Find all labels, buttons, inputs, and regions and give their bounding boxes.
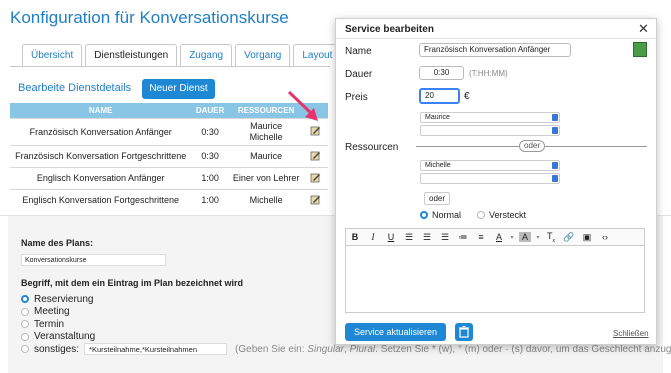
radio-selected-icon[interactable] (420, 211, 428, 219)
select-caret-icon (552, 175, 558, 182)
tab-process[interactable]: Vorgang (235, 44, 291, 66)
tab-overview[interactable]: Übersicht (22, 44, 83, 66)
resource-select-1[interactable]: Maurice (420, 112, 560, 123)
duration-input[interactable]: 0:30 (419, 66, 464, 80)
table-row[interactable]: Französisch Konversation Anfänger 0:30 M… (10, 117, 328, 145)
or-pill: oder (519, 140, 546, 152)
dialog-header-divider (336, 38, 656, 39)
select-caret-icon (552, 127, 558, 134)
services-table: NAME DAUER RESSOURCEN Französisch Konver… (10, 103, 328, 211)
column-header-name: NAME (10, 103, 192, 118)
edit-pencil-icon[interactable] (310, 194, 321, 205)
edit-pencil-icon[interactable] (310, 172, 321, 183)
radio-icon[interactable] (21, 332, 29, 341)
other-term-input[interactable]: *Kursteilnahme,*Kursteilnahmen (84, 343, 228, 356)
code-icon[interactable]: ‹› (596, 232, 614, 242)
text-color-icon[interactable]: A (490, 232, 508, 242)
image-icon[interactable]: ▣ (578, 232, 596, 243)
radio-selected-icon[interactable] (21, 295, 29, 304)
delete-button[interactable] (455, 323, 473, 341)
select-caret-icon (552, 162, 558, 169)
service-name: Englisch Konversation Anfänger (10, 166, 192, 189)
service-duration: 1:00 (191, 188, 229, 211)
tab-bar: Übersicht Dienstleistungen Zugang Vorgan… (22, 44, 342, 66)
radio-icon[interactable] (21, 307, 29, 316)
new-service-button[interactable]: Neuer Dienst (142, 79, 215, 99)
name-label: Name (345, 46, 372, 57)
bold-icon[interactable]: B (346, 232, 364, 242)
trash-icon (459, 325, 469, 338)
service-name: Französisch Konversation Anfänger (10, 117, 192, 145)
clear-format-icon[interactable]: Tx (542, 231, 560, 244)
description-editor[interactable]: B I U ☰ ☰ ☰ ≔ ≡ A ▾ A ▾ Tx 🔗 ▣ ‹› (345, 228, 645, 313)
chevron-down-icon[interactable]: ▾ (534, 234, 542, 241)
numbered-list-icon[interactable]: ≡ (472, 232, 490, 242)
term-label: Begriff, mit dem ein Eintrag im Plan bez… (21, 278, 244, 288)
table-row[interactable]: Englisch Konversation Fortgeschrittene 1… (10, 188, 328, 211)
pointer-arrow-icon (287, 90, 318, 121)
service-duration: 0:30 (191, 117, 229, 145)
resource-select-3[interactable]: Michelle (420, 160, 560, 171)
column-header-duration: DAUER (191, 103, 229, 118)
update-service-button[interactable]: Service aktualisieren (345, 323, 446, 341)
chevron-down-icon[interactable]: ▾ (508, 234, 516, 241)
table-row[interactable]: Französisch Konversation Fortgeschritten… (10, 144, 328, 167)
price-label: Preis (345, 92, 368, 103)
link-icon[interactable]: 🔗 (560, 232, 578, 243)
radio-icon[interactable] (477, 211, 486, 219)
service-name-input[interactable]: Französisch Konversation Anfänger (419, 43, 571, 57)
close-icon[interactable]: ✕ (638, 21, 649, 37)
or-button[interactable]: oder (424, 192, 451, 205)
tab-services[interactable]: Dienstleistungen (85, 44, 178, 66)
table-header-row: NAME DAUER RESSOURCEN (10, 103, 328, 118)
highlight-color-icon[interactable]: A (519, 232, 531, 242)
radio-icon[interactable] (21, 345, 29, 354)
service-name: Französisch Konversation Fortgeschritten… (10, 144, 192, 167)
duration-label: Dauer (345, 69, 373, 80)
tab-divider (10, 66, 330, 67)
select-caret-icon (552, 114, 558, 121)
dialog-title: Service bearbeiten (345, 24, 434, 35)
radio-icon[interactable] (21, 320, 29, 329)
service-name: Englisch Konversation Fortgeschrittene (10, 188, 192, 211)
resources-label: Ressourcen (345, 142, 399, 153)
price-input[interactable]: 20 (419, 88, 460, 104)
edit-pencil-icon[interactable] (310, 150, 321, 161)
visibility-normal-label: Normal (432, 210, 462, 220)
align-left-icon[interactable]: ☰ (400, 232, 418, 243)
align-center-icon[interactable]: ☰ (418, 232, 436, 243)
bulleted-list-icon[interactable]: ≔ (454, 232, 472, 243)
italic-icon[interactable]: I (364, 232, 382, 242)
plan-name-label: Name des Plans: (21, 238, 94, 248)
color-swatch[interactable] (633, 42, 647, 57)
duration-format-hint: (T:HH:MM) (469, 69, 508, 78)
align-right-icon[interactable]: ☰ (436, 232, 454, 243)
service-resources: Einer von Lehrer (228, 166, 304, 189)
service-duration: 1:00 (191, 166, 229, 189)
edit-details-link[interactable]: Bearbeite Dienstdetails (18, 82, 131, 94)
plan-name-input[interactable]: Konversationskurse (21, 254, 166, 266)
currency-symbol: € (464, 91, 470, 102)
edit-service-dialog: Service bearbeiten ✕ Name Französisch Ko… (335, 18, 657, 345)
service-resources: Maurice (228, 144, 304, 167)
service-duration: 0:30 (191, 144, 229, 167)
visibility-options: Normal Versteckt (420, 210, 526, 220)
page-title: Konfiguration für Konversationskurse (10, 8, 289, 27)
resource-select-2[interactable] (420, 125, 560, 136)
visibility-hidden-label: Versteckt (489, 210, 527, 220)
close-link[interactable]: Schließen (613, 329, 649, 338)
other-term-hint: (Geben Sie ein: Singular, Plural. Setzen… (235, 343, 671, 355)
resource-select-4[interactable] (420, 173, 560, 184)
underline-icon[interactable]: U (382, 232, 400, 242)
table-row[interactable]: Englisch Konversation Anfänger 1:00 Eine… (10, 166, 328, 189)
service-resources: Michelle (228, 188, 304, 211)
editor-toolbar: B I U ☰ ☰ ☰ ≔ ≡ A ▾ A ▾ Tx 🔗 ▣ ‹› (346, 229, 644, 246)
tab-access[interactable]: Zugang (180, 44, 233, 66)
